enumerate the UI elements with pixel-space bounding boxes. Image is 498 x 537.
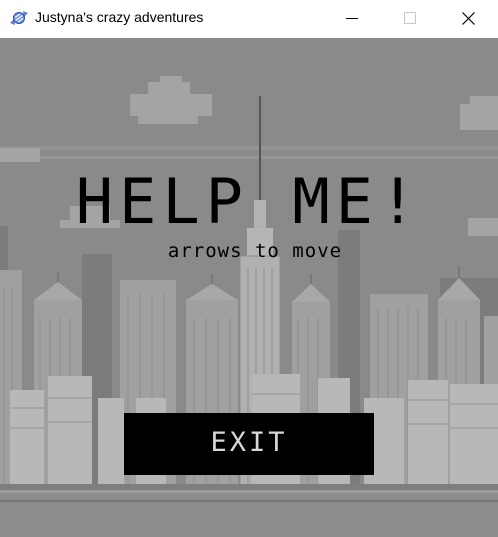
close-button[interactable] [445, 0, 491, 37]
exit-button-label: EXIT [210, 427, 288, 458]
game-canvas[interactable]: HELP ME! arrows to move EXIT [0, 38, 498, 537]
instructions-text: arrows to move [167, 240, 343, 262]
minimize-icon [346, 18, 358, 19]
maximize-button[interactable] [387, 0, 433, 37]
window-title: Justyna's crazy adventures [35, 9, 204, 25]
close-icon [462, 12, 475, 25]
exit-button[interactable]: EXIT [124, 413, 374, 475]
maximize-icon [404, 12, 416, 24]
minimize-button[interactable] [329, 0, 375, 37]
title-bar[interactable]: Justyna's crazy adventures [0, 0, 498, 37]
candy-icon [9, 8, 29, 28]
headline-text: HELP ME! [75, 165, 423, 238]
